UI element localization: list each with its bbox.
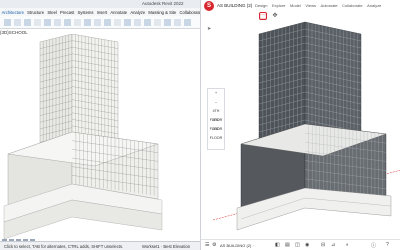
revit-tab[interactable]: Structure xyxy=(26,8,46,15)
ribbon-tool-icon[interactable] xyxy=(14,19,21,26)
revit-status-bar: Click to select, TAB for alternates, CTR… xyxy=(0,241,200,250)
revit-3d-viewport[interactable] xyxy=(0,34,200,244)
info-icon[interactable]: ⓘ xyxy=(371,242,376,249)
ribbon-tool-icon[interactable] xyxy=(24,19,31,26)
revit-tab[interactable]: Insert xyxy=(95,8,109,15)
ribbon-tool-icon[interactable] xyxy=(34,19,41,26)
revit-ribbon-panel xyxy=(0,16,200,29)
settings-icon[interactable]: ⚙ xyxy=(212,242,216,248)
layers-icon[interactable]: ◧ xyxy=(275,242,280,248)
viewer-header: S AS BUILDING (2) Design Explore Model View… xyxy=(201,0,400,11)
ribbon-tools xyxy=(4,19,191,26)
ribbon-tool-icon[interactable] xyxy=(104,19,111,26)
revit-tab[interactable]: Annotate xyxy=(109,8,129,15)
ribbon-tool-icon[interactable] xyxy=(54,19,61,26)
revit-tab[interactable]: Architecture xyxy=(0,8,26,15)
revit-window: Autodesk Revit 2022 Architecture Structur… xyxy=(0,0,200,250)
ribbon-tool-icon[interactable] xyxy=(184,19,191,26)
revit-tab[interactable]: Collaborate xyxy=(178,8,200,15)
ribbon-tool-icon[interactable] xyxy=(154,19,161,26)
ribbon-tool-icon[interactable] xyxy=(114,19,121,26)
menu-icon[interactable]: ☰ xyxy=(205,242,209,248)
viewer-menu-item[interactable]: Explore xyxy=(272,3,286,8)
viewer-menu-item[interactable]: Analyze xyxy=(367,3,381,8)
viewer-bottom-bar: ☰ ⚙ AS BUILDING (2) · ◧ ▤ ◫ ◉ ⊟ ⊿ ◐ ⓘ ? xyxy=(201,239,400,250)
visibility-icon[interactable]: ◐ xyxy=(346,242,349,248)
ribbon-tool-icon[interactable] xyxy=(64,19,71,26)
scenes-icon[interactable]: ▤ xyxy=(285,242,290,248)
ribbon-tool-icon[interactable] xyxy=(144,19,151,26)
help-icon[interactable]: ? xyxy=(386,242,389,248)
screen: Autodesk Revit 2022 Architecture Structur… xyxy=(0,0,400,250)
select-icon[interactable]: ⬚ xyxy=(259,12,267,20)
ribbon-tool-icon[interactable] xyxy=(84,19,91,26)
viewer-menu-item[interactable]: Model xyxy=(290,3,301,8)
status-workset[interactable]: Workset1 · Best Elevation xyxy=(142,244,190,249)
revit-tab[interactable]: Systems xyxy=(76,8,95,15)
view-control-bar xyxy=(0,232,60,244)
ribbon-tool-icon[interactable] xyxy=(174,19,181,26)
revit-tab[interactable]: Steel xyxy=(46,8,59,15)
revit-tab[interactable]: Precast xyxy=(58,8,75,15)
viewer-menu: Design Explore Model Views Automate Collabora… xyxy=(255,3,386,8)
viewer-menu-item[interactable]: Views xyxy=(305,3,316,8)
file-name[interactable]: AS BUILDING (2) xyxy=(217,3,252,8)
pan-icon[interactable]: ✥ xyxy=(271,12,279,20)
camera-icon[interactable]: ◉ xyxy=(305,242,309,248)
status-hint: Click to select, TAB for alternates, CTR… xyxy=(4,244,124,249)
ribbon-tool-icon[interactable] xyxy=(4,19,11,26)
bottom-file-label: AS BUILDING (2) · xyxy=(220,243,254,248)
ribbon-tool-icon[interactable] xyxy=(94,19,101,26)
measure-icon[interactable]: ⊿ xyxy=(331,242,335,248)
viewer-menu-item[interactable]: Design xyxy=(255,3,267,8)
viewer-window: S AS BUILDING (2) Design Explore Model View… xyxy=(200,0,400,250)
ribbon-tool-icon[interactable] xyxy=(164,19,171,26)
app-logo[interactable]: S xyxy=(204,1,214,11)
ribbon-tool-icon[interactable] xyxy=(134,19,141,26)
revit-ribbon-tabs: Architecture Structure Steel Precast Systems… xyxy=(0,8,200,16)
section-icon[interactable]: ⊟ xyxy=(321,242,325,248)
revit-tab[interactable]: Massing & Site xyxy=(147,8,178,15)
ribbon-tool-icon[interactable] xyxy=(124,19,131,26)
viewer-3d-viewport[interactable] xyxy=(201,20,400,235)
revit-app-title: Autodesk Revit 2022 xyxy=(142,1,184,6)
ribbon-tool-icon[interactable] xyxy=(74,19,81,26)
styles-icon[interactable]: ◫ xyxy=(295,242,300,248)
viewer-menu-item[interactable]: Automate xyxy=(321,3,338,8)
viewer-menu-item[interactable]: Collaborate xyxy=(342,3,362,8)
revit-tab[interactable]: Analyze xyxy=(129,8,147,15)
revit-title-bar: Autodesk Revit 2022 xyxy=(0,0,200,8)
ribbon-tool-icon[interactable] xyxy=(44,19,51,26)
